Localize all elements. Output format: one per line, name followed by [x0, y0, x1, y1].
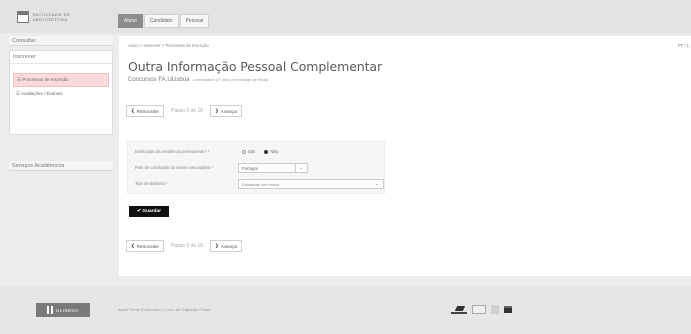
- bolseiro-label: Tipo de Bolseiro *: [135, 181, 168, 186]
- faculty-logo-icon: [17, 10, 30, 23]
- partner-logo-2-icon: [472, 305, 486, 314]
- partner-logos: [451, 305, 512, 314]
- pais-label: País de conclusão do ensino secundário *: [135, 165, 213, 170]
- language-switch[interactable]: PT / 1: [678, 43, 689, 48]
- partner-logo-1-icon: [451, 306, 467, 314]
- sidebar-item-servicos-academicos[interactable]: Serviços Académicos: [9, 161, 113, 171]
- form-row-bolseiro: Tipo de Bolseiro * Estudante sem bolsa ⌄: [128, 178, 386, 192]
- next-button-top[interactable]: ❯ Avançar: [210, 105, 243, 117]
- breadcrumb[interactable]: Aluno > Inscrever > Processos de Inscriç…: [128, 43, 209, 48]
- ulisboa-logo[interactable]: ULISBOA: [36, 303, 90, 317]
- radio-nao-icon: [264, 149, 269, 154]
- sidebar-item-avaliacoes-exames[interactable]: ☰ Avaliações / Exames: [13, 88, 109, 100]
- footer: ULISBOA Apoio Portal (Formulário) | Livr…: [0, 286, 691, 334]
- tab-candidato[interactable]: Candidato: [143, 14, 179, 28]
- faculty-logo-text: FACULDADE DE ARQUITETURA: [32, 11, 71, 22]
- top-navigation: Aluno Candidato Pessoal: [118, 14, 210, 28]
- next-button-bottom[interactable]: ❯ Avançar: [210, 240, 243, 252]
- radio-sim-icon: [242, 149, 246, 154]
- stepper-bottom: ❮ Retroceder Passo 5 de 16 ❯ Avançar: [126, 240, 243, 252]
- sidebar-group-inscrever: Inscrever ☰ Processos de Inscrição ☰ Ava…: [9, 50, 113, 135]
- faculty-logo[interactable]: FACULDADE DE ARQUITETURA: [17, 8, 97, 25]
- residencia-label: Deslocado da residência permanente? *: [135, 149, 210, 154]
- sidebar-item-consultar[interactable]: Consultar: [9, 36, 113, 46]
- back-button-label: Retroceder: [136, 108, 160, 114]
- course-name: Licenciatura (1º ciclo) em Design de Mod…: [193, 77, 269, 82]
- chevron-right-icon: ❯: [215, 108, 219, 113]
- concurso-name: Concursos FA.ULisboa: [128, 77, 190, 83]
- sidebar: Consultar Inscrever ☰ Processos de Inscr…: [9, 36, 113, 276]
- sidebar-item-inscrever[interactable]: Inscrever: [10, 51, 112, 64]
- personal-info-form: Deslocado da residência permanente? * Si…: [127, 141, 385, 194]
- ulisboa-logo-icon: [46, 306, 53, 314]
- tab-pessoal[interactable]: Pessoal: [179, 14, 210, 28]
- chevron-down-icon: ⌄: [375, 181, 379, 186]
- sidebar-item-processos-inscricao[interactable]: ☰ Processos de Inscrição: [13, 73, 109, 87]
- chevron-right-icon: ❯: [215, 243, 219, 248]
- next-button-label: Avançar: [220, 108, 238, 114]
- radio-nao-label: Não: [270, 149, 278, 154]
- main-content: Aluno > Inscrever > Processos de Inscriç…: [119, 36, 691, 276]
- stepper-top: ❮ Retroceder Passo 5 de 16 ❯ Avançar: [126, 105, 243, 117]
- radio-sim-label: Sim: [248, 149, 256, 154]
- step-indicator-top: Passo 5 de 16: [171, 108, 204, 114]
- residencia-radio-group: Sim Não: [242, 149, 278, 154]
- page-subtitle: Concursos FA.ULisboa Licenciatura (1º ci…: [128, 77, 268, 83]
- pais-select-value: Portugal: [242, 166, 258, 171]
- back-button-top[interactable]: ❮ Retroceder: [126, 105, 165, 117]
- form-row-residencia: Deslocado da residência permanente? * Si…: [128, 146, 386, 160]
- radio-sim[interactable]: Sim: [242, 149, 255, 154]
- radio-nao[interactable]: Não: [264, 149, 278, 154]
- form-row-pais: País de conclusão do ensino secundário *…: [128, 162, 386, 176]
- back-button-label: Retroceder: [136, 243, 160, 249]
- chevron-left-icon: ❮: [131, 243, 135, 248]
- bolseiro-select-value: Estudante sem bolsa: [242, 182, 280, 187]
- partner-logo-4-icon: [504, 306, 512, 313]
- next-button-label: Avançar: [220, 243, 238, 249]
- bolseiro-select[interactable]: Estudante sem bolsa ⌄: [238, 179, 384, 189]
- footer-links[interactable]: Apoio Portal (Formulário) | Livro de Sug…: [118, 307, 210, 312]
- top-bar: FACULDADE DE ARQUITETURA Aluno Candidato…: [0, 0, 691, 33]
- back-button-bottom[interactable]: ❮ Retroceder: [126, 240, 165, 252]
- save-button[interactable]: ✔ Guardar: [129, 206, 169, 217]
- chevron-down-icon: ⌄: [295, 164, 307, 172]
- ulisboa-logo-text: ULISBOA: [55, 307, 79, 313]
- page-title: Outra Informação Pessoal Complementar: [128, 59, 383, 74]
- chevron-left-icon: ❮: [131, 108, 135, 113]
- step-indicator-bottom: Passo 5 de 16: [171, 243, 204, 249]
- partner-logo-3-icon: [491, 305, 499, 314]
- pais-select[interactable]: Portugal ⌄: [238, 163, 308, 173]
- tab-aluno[interactable]: Aluno: [118, 14, 143, 28]
